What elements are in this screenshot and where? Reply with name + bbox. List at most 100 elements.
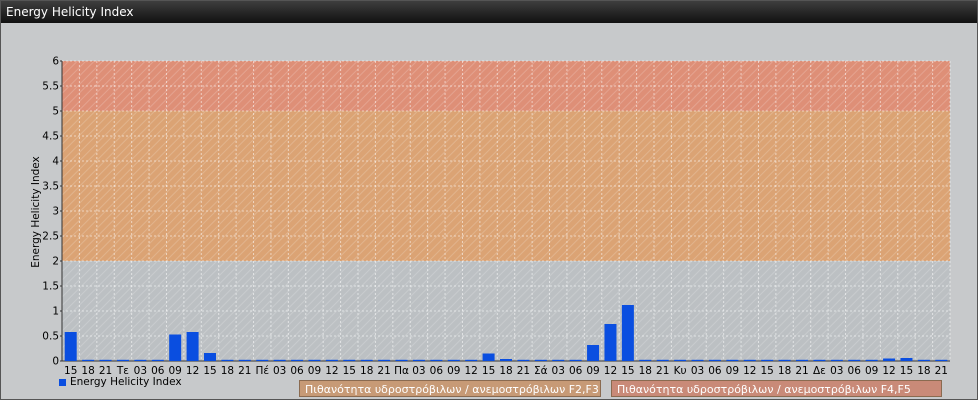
x-tick-label: Πα xyxy=(394,365,409,377)
y-tick-label: 0 xyxy=(52,356,59,368)
x-tick-label: 09 xyxy=(726,365,739,377)
bar-32 xyxy=(621,305,634,361)
legend: Energy Helicity Index xyxy=(59,376,182,388)
bar-35 xyxy=(674,359,687,361)
bar-44 xyxy=(830,359,843,361)
x-tick-label: 09 xyxy=(308,365,321,377)
x-tick-label: 06 xyxy=(569,365,583,377)
x-tick-label: 03 xyxy=(552,365,565,377)
window-title: Energy Helicity Index xyxy=(1,1,977,23)
bar-48 xyxy=(900,358,913,361)
x-tick-label: 21 xyxy=(377,365,390,377)
legend-band-f4f5: Πιθανότητα υδροστρόβιλων / ανεμοστρόβιλω… xyxy=(611,380,942,397)
x-tick-label: 15 xyxy=(203,365,216,377)
y-tick-label: 3 xyxy=(52,206,59,218)
x-tick-label: 18 xyxy=(917,365,930,377)
bar-42 xyxy=(796,359,808,361)
x-tick-label: 21 xyxy=(656,365,669,377)
bar-25 xyxy=(500,359,512,361)
bar-49 xyxy=(917,359,930,361)
x-tick-label: Σά xyxy=(534,365,548,377)
x-tick-label: 12 xyxy=(325,365,338,377)
bar-37 xyxy=(708,359,721,361)
bar-16 xyxy=(343,359,356,361)
bar-21 xyxy=(430,359,443,361)
bar-39 xyxy=(743,359,756,361)
bar-47 xyxy=(883,358,896,361)
bar-17 xyxy=(360,359,373,361)
x-tick-label: 12 xyxy=(604,365,617,377)
bar-15 xyxy=(325,359,338,361)
x-tick-label: 15 xyxy=(343,365,356,377)
x-tick-label: 15 xyxy=(900,365,913,377)
bar-0 xyxy=(64,332,77,361)
bar-27 xyxy=(534,359,547,361)
x-tick-label: 15 xyxy=(621,365,634,377)
x-tick-label: 03 xyxy=(412,365,425,377)
y-tick-label: 5.5 xyxy=(42,81,59,93)
bar-43 xyxy=(813,359,826,361)
y-tick-label: 5 xyxy=(52,106,59,118)
bar-7 xyxy=(186,332,199,361)
x-tick-label: 09 xyxy=(586,365,599,377)
bar-28 xyxy=(552,359,565,361)
bar-10 xyxy=(238,359,251,361)
y-tick-label: 4.5 xyxy=(42,131,59,143)
x-tick-label: 09 xyxy=(447,365,460,377)
bar-40 xyxy=(761,359,774,361)
x-tick-label: 21 xyxy=(517,365,530,377)
y-tick-label: 0.5 xyxy=(42,331,59,343)
bar-22 xyxy=(447,359,460,361)
x-tick-label: 12 xyxy=(186,365,199,377)
x-tick-label: 18 xyxy=(499,365,512,377)
x-tick-label: Κυ xyxy=(674,365,687,377)
bar-30 xyxy=(587,345,600,361)
bar-8 xyxy=(204,353,216,361)
bar-46 xyxy=(865,359,878,361)
y-tick-label: 1.5 xyxy=(42,281,59,293)
bar-6 xyxy=(169,334,182,361)
legend-series-label: Energy Helicity Index xyxy=(70,376,182,388)
y-tick-label: 3.5 xyxy=(42,181,59,193)
ehi-chart: 00.511.522.533.544.555.56 15 18 21 Τε 03 06 09… xyxy=(30,56,951,377)
bar-2 xyxy=(99,359,112,361)
bar-12 xyxy=(273,359,286,361)
legend-swatch xyxy=(59,378,66,386)
bar-1 xyxy=(82,359,95,361)
bar-19 xyxy=(395,359,408,361)
bar-20 xyxy=(412,359,425,361)
chart-window: Energy Helicity Index 0 0.5 1 1.5 2 2.5 3 3.5 4 4… xyxy=(0,0,978,400)
y-tick-label: 4 xyxy=(52,156,59,168)
bar-33 xyxy=(639,359,652,361)
bar-26 xyxy=(517,359,530,361)
x-tick-label: 12 xyxy=(882,365,895,377)
bar-3 xyxy=(116,359,129,361)
bar-9 xyxy=(221,359,234,361)
y-tick-label: 2 xyxy=(52,256,59,268)
x-tick-label: 09 xyxy=(865,365,878,377)
bar-5 xyxy=(151,359,164,361)
bar-45 xyxy=(848,359,861,361)
x-tick-label: 06 xyxy=(848,365,862,377)
bar-34 xyxy=(656,359,669,361)
bar-11 xyxy=(256,359,269,361)
bar-50 xyxy=(935,359,948,361)
x-tick-label: 15 xyxy=(760,365,773,377)
y-tick-label: 1 xyxy=(52,306,59,318)
x-tick-label: Πέ xyxy=(255,365,269,377)
bar-24 xyxy=(482,353,495,361)
bar-13 xyxy=(291,359,304,361)
y-tick-label: 2.5 xyxy=(42,231,59,243)
x-tick-label: 03 xyxy=(691,365,704,377)
legend-band-f2f3: Πιθανότητα υδροστρόβιλων / ανεμοστρόβιλω… xyxy=(299,380,601,397)
bar-38 xyxy=(726,359,739,361)
x-tick-label: 12 xyxy=(464,365,477,377)
x-tick-label: 21 xyxy=(795,365,808,377)
x-tick-label: 18 xyxy=(360,365,373,377)
bar-36 xyxy=(691,359,704,361)
x-tick-label: 18 xyxy=(221,365,234,377)
y-tick-label: 6 xyxy=(52,56,59,68)
x-tick-label: 18 xyxy=(778,365,791,377)
bar-14 xyxy=(308,359,321,361)
x-tick-label: 03 xyxy=(273,365,286,377)
